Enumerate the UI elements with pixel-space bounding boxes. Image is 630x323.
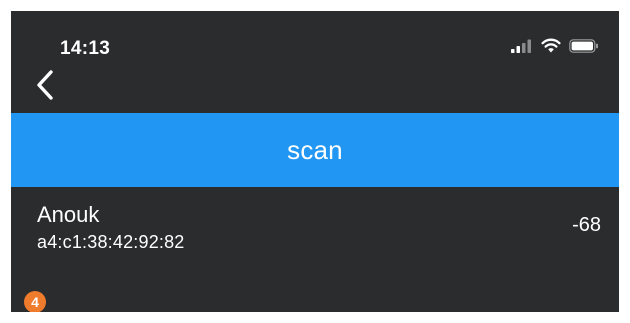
app-screen: 14:13 scan Anouk a4:c1:38:42:92:82 -68 4 (11, 11, 619, 312)
device-list-item[interactable]: Anouk a4:c1:38:42:92:82 -68 (11, 187, 619, 267)
device-address: a4:c1:38:42:92:82 (37, 232, 185, 252)
status-time: 14:13 (60, 38, 111, 59)
cellular-signal-icon (511, 39, 533, 58)
scan-button-label: scan (287, 134, 343, 165)
chevron-left-icon (33, 70, 65, 107)
scan-button[interactable]: scan (11, 113, 619, 187)
battery-icon (569, 38, 599, 58)
device-rssi: -68 (572, 214, 601, 236)
step-number-badge: 4 (24, 291, 46, 312)
device-name: Anouk (37, 202, 100, 227)
wifi-icon (541, 38, 561, 58)
status-icons (511, 38, 599, 58)
navigation-bar (11, 61, 619, 111)
back-button[interactable] (33, 67, 65, 103)
